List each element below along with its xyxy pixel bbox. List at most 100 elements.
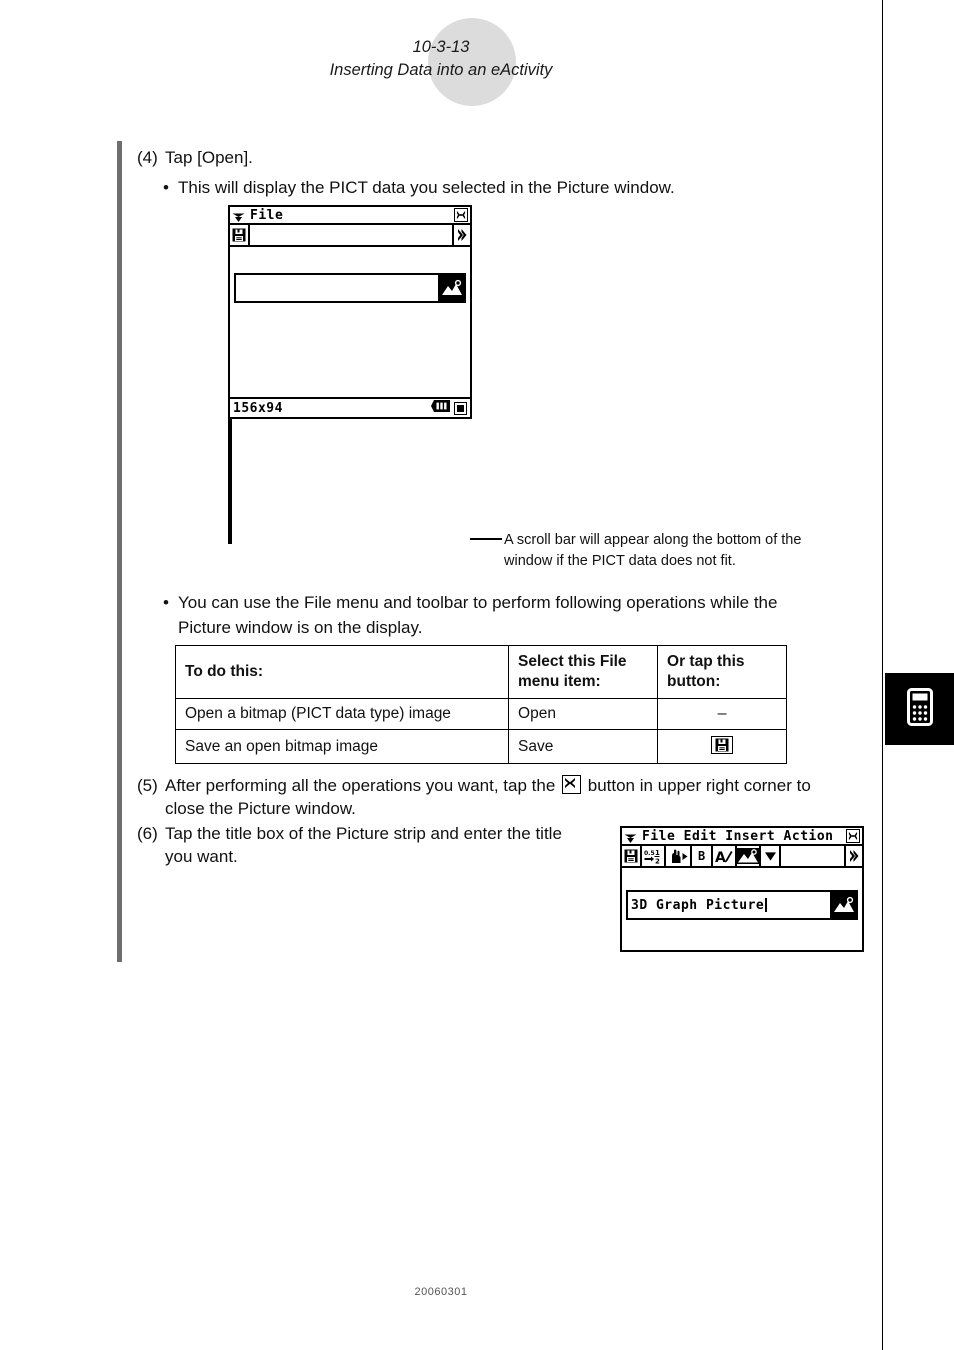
hand-pointer-icon	[672, 849, 688, 863]
toolbar-save-button[interactable]	[622, 846, 642, 866]
step-4: (4) Tap [Open].	[137, 146, 737, 169]
picture-window-titlebar: File	[228, 205, 472, 225]
picture-title-input[interactable]	[236, 275, 438, 301]
image-dimensions-label: 156x94	[233, 400, 283, 416]
table-row: Open a bitmap (PICT data type) image Ope…	[174, 698, 787, 730]
bullet-marker: •	[163, 178, 169, 197]
picture-window-canvas	[228, 247, 472, 399]
close-window-icon[interactable]	[454, 208, 468, 222]
double-chevron-right-icon	[458, 229, 467, 241]
row-2-task: Save an open bitmap image	[174, 729, 510, 764]
toolbar-pen-text-button[interactable]: A	[713, 846, 738, 866]
eactivity-title-value: 3D Graph Picture	[631, 897, 765, 913]
file-menu-bullet-line-1: You can use the File menu and toolbar to…	[178, 593, 778, 612]
table-header-row: To do this: Select this File menu item: …	[174, 645, 787, 699]
header-col2-line-2: menu item:	[518, 673, 601, 690]
eactivity-window-screenshot: File Edit Insert Action 0.5 1 2 B A 3D G…	[620, 826, 864, 952]
header-col3-line-2: button:	[667, 673, 721, 690]
page-header: 10-3-13 Inserting Data into an eActivity	[0, 0, 882, 130]
step-4-bullet-text: This will display the PICT data you sele…	[178, 178, 675, 197]
step-6-line-1: Tap the title box of the Picture strip a…	[165, 824, 562, 843]
table-save-button[interactable]	[711, 736, 734, 754]
page-edge-line	[882, 0, 883, 1350]
toolbar-picture-button[interactable]	[737, 846, 762, 866]
vscroll-thumb[interactable]	[228, 436, 230, 476]
chapter-title: Inserting Data into an eActivity	[329, 61, 553, 79]
file-menu-bullet-text: You can use the File menu and toolbar to…	[178, 590, 843, 640]
bullet-marker: •	[163, 593, 169, 612]
svg-text:0.5: 0.5	[644, 850, 655, 857]
step-4-text: Tap [Open].	[165, 148, 253, 167]
floppy-disk-icon	[715, 738, 729, 752]
picture-window-toolbar	[228, 225, 472, 247]
eactivity-title-strip[interactable]: 3D Graph Picture	[626, 890, 858, 920]
picture-window-statusbar: 156x94	[228, 399, 472, 419]
menu-arrow-icon[interactable]	[232, 210, 245, 222]
statusbar-indicators	[431, 399, 467, 417]
step-4-bullet: • This will display the PICT data you se…	[163, 175, 843, 200]
decimal-fraction-convert-icon: 0.5 1 2	[644, 849, 660, 864]
picture-landscape-icon	[737, 848, 760, 864]
step-6-number: (6)	[137, 824, 158, 843]
callout-line-1: A scroll bar will appear along the botto…	[504, 532, 802, 548]
vscroll-track[interactable]	[228, 414, 230, 515]
dropdown-triangle-icon	[764, 851, 776, 861]
toolbar-expand-button[interactable]	[846, 846, 862, 866]
svg-text:A: A	[715, 850, 726, 864]
graph-vertical-scrollbar[interactable]	[228, 401, 230, 528]
step-5-line-2: close the Picture window.	[165, 799, 356, 818]
page-footer: 20060301	[0, 1286, 882, 1298]
eactivity-titlebar-right	[846, 829, 860, 843]
picture-landscape-icon[interactable]	[438, 275, 464, 301]
file-menu-bullet: • You can use the File menu and toolbar …	[163, 590, 843, 640]
double-chevron-right-icon	[850, 850, 859, 862]
callout-line-2: window if the PICT data does not fit.	[504, 553, 736, 569]
toolbar-decimal-fraction-button[interactable]: 0.5 1 2	[642, 846, 666, 866]
toolbar-empty-area	[781, 846, 846, 866]
file-menu-bullet-line-2: Picture window is on the display.	[178, 618, 423, 637]
table-header-menu-item: Select this File menu item:	[508, 645, 659, 699]
toolbar-expand-button[interactable]	[454, 225, 470, 245]
picture-title-strip[interactable]	[234, 273, 466, 303]
header-title-block: 10-3-13 Inserting Data into an eActivity	[0, 36, 882, 82]
eactivity-canvas: 3D Graph Picture	[620, 868, 864, 952]
toolbar-hand-pointer-button[interactable]	[666, 846, 692, 866]
close-window-icon[interactable]	[846, 829, 860, 843]
toolbar-empty-area	[250, 225, 454, 245]
svg-text:1: 1	[655, 849, 660, 857]
picture-window-menu-file[interactable]: File	[250, 208, 283, 223]
page-number: 10-3-13	[412, 38, 470, 56]
close-x-icon[interactable]	[562, 775, 582, 794]
step-5-text: After performing all the operations you …	[165, 774, 857, 820]
scroll-left-arrow-icon[interactable]	[230, 530, 232, 542]
step-5-text-before: After performing all the operations you …	[165, 776, 556, 795]
row-2-menu-item: Save	[508, 729, 659, 764]
bold-b-icon[interactable]: B	[694, 849, 709, 863]
eactivity-title-input[interactable]: 3D Graph Picture	[628, 892, 830, 918]
menu-arrow-icon[interactable]	[624, 831, 637, 843]
scroll-down-arrow-icon[interactable]	[228, 515, 230, 528]
header-col3-line-1: Or tap this	[667, 653, 745, 670]
scrollbar-callout-text: A scroll bar will appear along the botto…	[504, 530, 854, 572]
pen-text-icon: A	[715, 850, 733, 864]
row-2-button	[657, 729, 787, 764]
battery-icon	[431, 399, 451, 417]
table-header-task: To do this:	[174, 645, 510, 699]
floppy-disk-icon	[232, 228, 246, 242]
toolbar-save-button[interactable]	[230, 225, 250, 245]
toolbar-bold-button[interactable]: B	[692, 846, 714, 866]
step-5-number: (5)	[137, 776, 158, 795]
toolbar-dropdown-button[interactable]	[761, 846, 782, 866]
filled-square-icon	[454, 401, 467, 415]
calculator-icon	[906, 687, 933, 731]
floppy-disk-icon	[624, 849, 638, 863]
callout-leader-line	[470, 538, 502, 540]
footer-code: 20060301	[414, 1286, 468, 1298]
side-tab[interactable]	[885, 673, 954, 745]
table-header-button: Or tap this button:	[657, 645, 787, 699]
picture-landscape-icon[interactable]	[830, 892, 856, 918]
step-5: (5) After performing all the operations …	[137, 774, 857, 820]
eactivity-toolbar: 0.5 1 2 B A	[620, 846, 864, 868]
eactivity-menu-bar[interactable]: File Edit Insert Action	[642, 829, 834, 844]
table-row: Save an open bitmap image Save	[174, 729, 787, 764]
